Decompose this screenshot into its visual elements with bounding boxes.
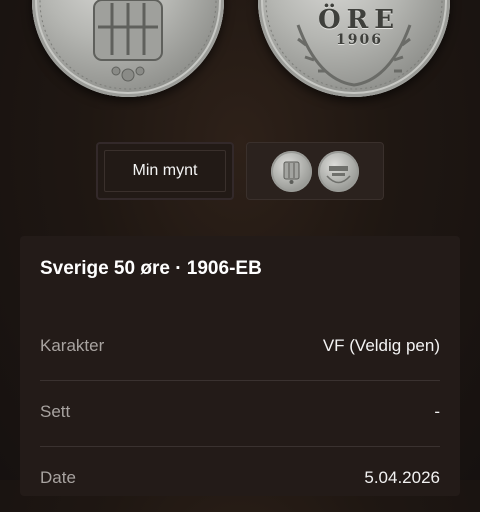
coin-obverse-image[interactable]	[32, 0, 224, 97]
detail-row-set[interactable]: Sett -	[40, 380, 440, 447]
detail-value: VF (Veldig pen)	[322, 336, 440, 355]
coin-obverse-thumbnail-icon	[271, 151, 312, 192]
coin-reverse-image[interactable]: ÖRE 1906	[258, 0, 450, 97]
coin-image-viewer[interactable]: ÖRE 1906	[0, 0, 480, 110]
detail-label: Karakter	[40, 336, 105, 355]
detail-row-grade[interactable]: Karakter VF (Veldig pen)	[40, 314, 440, 381]
detail-value: -	[434, 402, 440, 421]
my-coin-button[interactable]: Min mynt	[96, 142, 234, 200]
detail-label: Sett	[40, 402, 71, 421]
coin-reverse-thumbnail-icon	[318, 151, 359, 192]
my-coin-label: Min mynt	[104, 150, 226, 192]
detail-row-date[interactable]: Date 5.04.2026	[40, 446, 440, 512]
coin-details-card: Sverige 50 øre · 1906-EB Karakter VF (Ve…	[20, 236, 460, 496]
detail-label: Date	[40, 468, 76, 487]
coin-year: 1906	[336, 32, 383, 48]
coin-legend-ore: ÖRE	[318, 5, 401, 35]
coin-title: Sverige 50 øre · 1906-EB	[40, 258, 262, 279]
coin-thumbnails-button[interactable]	[246, 142, 384, 200]
detail-value: 5.04.2026	[364, 468, 440, 487]
